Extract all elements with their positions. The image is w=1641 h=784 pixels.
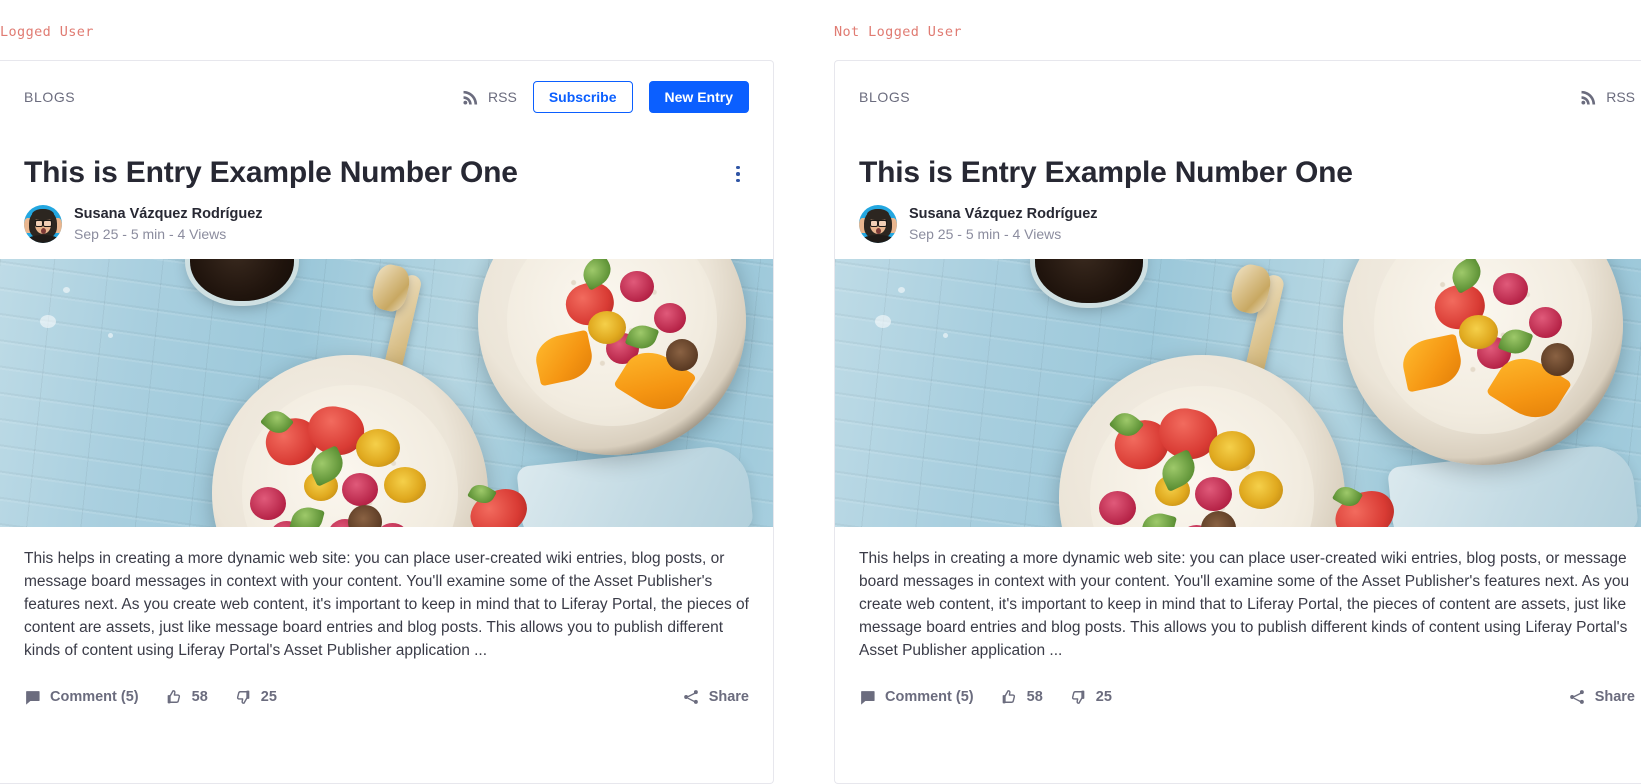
rss-label: RSS bbox=[488, 89, 517, 105]
header-actions-logged: RSS Subscribe New Entry bbox=[461, 81, 749, 113]
entry-actions-left: Comment (5) 58 25 bbox=[24, 688, 277, 706]
entry-body-wrap: This helps in creating a more dynamic we… bbox=[0, 547, 773, 706]
entry-actions-left: Comment (5) 58 25 bbox=[859, 688, 1112, 706]
comment-label: Comment (5) bbox=[50, 689, 139, 705]
entry-title-row: This is Entry Example Number One bbox=[24, 133, 749, 191]
dislike-button[interactable]: 25 bbox=[1069, 688, 1112, 706]
dislike-count: 25 bbox=[260, 689, 277, 705]
share-label: Share bbox=[1594, 689, 1635, 705]
share-icon bbox=[682, 688, 700, 706]
share-button[interactable]: Share bbox=[682, 688, 749, 706]
comment-icon bbox=[24, 689, 41, 706]
blog-entry-not-logged: This is Entry Example Number One Susana … bbox=[835, 133, 1641, 243]
rss-link[interactable]: RSS bbox=[1579, 88, 1635, 107]
thumbs-down-icon bbox=[234, 688, 252, 706]
share-label: Share bbox=[708, 689, 749, 705]
rss-link[interactable]: RSS bbox=[461, 88, 517, 107]
blogs-card-not-logged: BLOGS RSS This is Entry Example Number O… bbox=[834, 60, 1641, 784]
entry-meta: Sep 25 - 5 min - 4 Views bbox=[909, 225, 1062, 242]
panel-state-label-logged: Logged User bbox=[0, 24, 94, 40]
blog-entry-logged: This is Entry Example Number One Susana … bbox=[0, 133, 773, 243]
entry-actions: Comment (5) 58 25 Share bbox=[859, 688, 1635, 706]
rss-icon bbox=[461, 88, 480, 107]
thumbs-up-icon bbox=[1000, 688, 1018, 706]
comparison-stage: Logged User BLOGS RSS Subscribe New Entr… bbox=[0, 0, 1641, 784]
header-actions-not-logged: RSS bbox=[1579, 88, 1635, 107]
entry-hero-image bbox=[835, 259, 1641, 527]
thumbs-down-icon bbox=[1069, 688, 1087, 706]
subscribe-button[interactable]: Subscribe bbox=[532, 81, 633, 113]
entry-title: This is Entry Example Number One bbox=[859, 156, 1353, 189]
thumbs-up-icon bbox=[165, 688, 183, 706]
entry-title-row: This is Entry Example Number One bbox=[859, 133, 1635, 191]
blogs-card-logged: BLOGS RSS Subscribe New Entry This is En… bbox=[0, 60, 774, 784]
entry-title: This is Entry Example Number One bbox=[24, 156, 518, 189]
comment-label: Comment (5) bbox=[885, 689, 974, 705]
kebab-menu-icon[interactable] bbox=[727, 161, 749, 187]
rss-label: RSS bbox=[1606, 89, 1635, 105]
like-button[interactable]: 58 bbox=[1000, 688, 1043, 706]
entry-hero-image bbox=[0, 259, 773, 527]
author-name: Susana Vázquez Rodríguez bbox=[74, 205, 263, 222]
avatar[interactable] bbox=[859, 205, 897, 243]
like-count: 58 bbox=[1026, 689, 1043, 705]
entry-body-wrap: This helps in creating a more dynamic we… bbox=[835, 547, 1641, 706]
avatar[interactable] bbox=[24, 205, 62, 243]
author-meta: Susana Vázquez Rodríguez Sep 25 - 5 min … bbox=[74, 206, 263, 243]
rss-icon bbox=[1579, 88, 1598, 107]
author-row: Susana Vázquez Rodríguez Sep 25 - 5 min … bbox=[859, 205, 1635, 243]
dislike-button[interactable]: 25 bbox=[234, 688, 277, 706]
dislike-count: 25 bbox=[1095, 689, 1112, 705]
card-header-logged: BLOGS RSS Subscribe New Entry bbox=[0, 61, 773, 133]
entry-actions: Comment (5) 58 25 Share bbox=[24, 688, 749, 706]
like-count: 58 bbox=[191, 689, 208, 705]
comment-button[interactable]: Comment (5) bbox=[859, 689, 974, 706]
comment-icon bbox=[859, 689, 876, 706]
card-header-not-logged: BLOGS RSS bbox=[835, 61, 1641, 133]
comment-button[interactable]: Comment (5) bbox=[24, 689, 139, 706]
share-icon bbox=[1568, 688, 1586, 706]
panel-logged-user: Logged User BLOGS RSS Subscribe New Entr… bbox=[0, 0, 794, 784]
like-button[interactable]: 58 bbox=[165, 688, 208, 706]
section-title-blogs: BLOGS bbox=[859, 89, 911, 105]
author-row: Susana Vázquez Rodríguez Sep 25 - 5 min … bbox=[24, 205, 749, 243]
share-button[interactable]: Share bbox=[1568, 688, 1635, 706]
author-meta: Susana Vázquez Rodríguez Sep 25 - 5 min … bbox=[909, 206, 1098, 243]
new-entry-button[interactable]: New Entry bbox=[648, 81, 749, 113]
entry-body-text: This helps in creating a more dynamic we… bbox=[859, 550, 1630, 659]
section-title-blogs: BLOGS bbox=[24, 89, 76, 105]
panel-state-label-not-logged: Not Logged User bbox=[834, 24, 962, 40]
panel-not-logged-user: Not Logged User BLOGS RSS This is Entry … bbox=[816, 0, 1641, 784]
entry-meta: Sep 25 - 5 min - 4 Views bbox=[74, 225, 227, 242]
entry-body-text: This helps in creating a more dynamic we… bbox=[24, 550, 749, 659]
author-name: Susana Vázquez Rodríguez bbox=[909, 205, 1098, 222]
